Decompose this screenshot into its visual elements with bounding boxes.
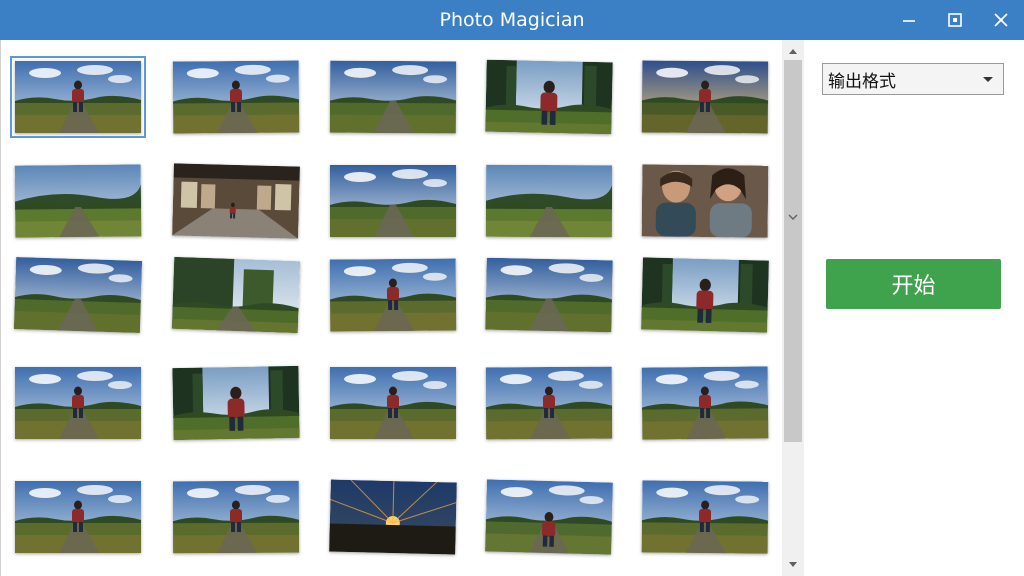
photo-thumbnail[interactable] (15, 481, 141, 553)
photo-image (329, 258, 457, 332)
photo-thumbnail[interactable] (485, 479, 613, 555)
photo-image (641, 257, 769, 333)
photo-thumbnail[interactable] (485, 164, 613, 238)
photo-image (14, 164, 142, 238)
scroll-down-button[interactable] (782, 556, 804, 574)
close-button[interactable] (978, 0, 1024, 40)
photo-thumbnail[interactable] (10, 56, 146, 138)
scroll-up-button[interactable] (782, 42, 804, 60)
arrow-up-icon (789, 49, 797, 54)
chevron-down-icon (782, 208, 804, 226)
photo-thumbnail[interactable] (329, 258, 457, 332)
photo-image (172, 480, 300, 554)
photo-thumbnail[interactable] (329, 60, 457, 134)
photo-thumbnail[interactable] (172, 480, 300, 554)
scrollbar-thumb[interactable] (784, 60, 802, 442)
close-icon (994, 13, 1008, 27)
maximize-icon (948, 13, 962, 27)
output-format-dropdown[interactable]: 输出格式 (822, 63, 1004, 95)
photo-thumbnail[interactable] (172, 365, 300, 441)
photo-thumbnail[interactable] (330, 367, 456, 439)
minimize-button[interactable] (886, 0, 932, 40)
photo-thumbnail[interactable] (329, 479, 457, 555)
photo-image (485, 257, 613, 333)
photo-image (329, 479, 457, 555)
photo-image (485, 479, 613, 555)
chevron-down-icon (983, 77, 993, 82)
photo-image (330, 165, 456, 237)
photo-thumbnail[interactable] (641, 480, 769, 554)
arrow-down-icon (789, 562, 797, 567)
photo-thumbnail[interactable] (641, 164, 769, 238)
vertical-scrollbar[interactable] (782, 40, 804, 576)
photo-image (485, 59, 613, 135)
photo-thumbnail[interactable] (485, 59, 613, 135)
photo-image (485, 164, 613, 238)
photo-image (15, 367, 141, 439)
photo-image (330, 367, 456, 439)
photo-thumbnail[interactable] (172, 163, 300, 239)
photo-image (171, 256, 301, 334)
photo-image (641, 60, 769, 134)
photo-thumbnail[interactable] (641, 366, 769, 440)
main-area: 输出格式 开始 (0, 40, 1024, 576)
photo-thumbnail[interactable] (485, 366, 613, 440)
photo-image (641, 480, 769, 554)
photo-image (329, 60, 457, 134)
maximize-button[interactable] (932, 0, 978, 40)
photo-thumbnail[interactable] (485, 257, 613, 333)
window-title: Photo Magician (439, 9, 585, 31)
photo-thumbnail[interactable] (641, 60, 769, 134)
photo-image (485, 366, 613, 440)
photo-thumbnail[interactable] (641, 257, 769, 333)
photo-thumbnail[interactable] (13, 257, 143, 333)
photo-thumbnail[interactable] (330, 165, 456, 237)
photo-image (172, 163, 300, 239)
photo-thumbnail[interactable] (15, 367, 141, 439)
minimize-icon (903, 20, 915, 22)
photo-gallery (1, 40, 782, 576)
photo-image (172, 365, 300, 441)
side-panel: 输出格式 开始 (804, 40, 1024, 576)
photo-image (15, 481, 141, 553)
output-format-label: 输出格式 (828, 71, 896, 92)
start-button[interactable]: 开始 (826, 259, 1001, 309)
photo-image (15, 61, 141, 133)
photo-thumbnail[interactable] (14, 164, 142, 238)
photo-image (641, 164, 769, 238)
photo-thumbnail[interactable] (172, 60, 300, 134)
photo-image (13, 257, 143, 333)
photo-thumbnail[interactable] (171, 256, 301, 334)
title-bar: Photo Magician (0, 0, 1024, 40)
photo-image (641, 366, 769, 440)
photo-image (172, 60, 300, 134)
